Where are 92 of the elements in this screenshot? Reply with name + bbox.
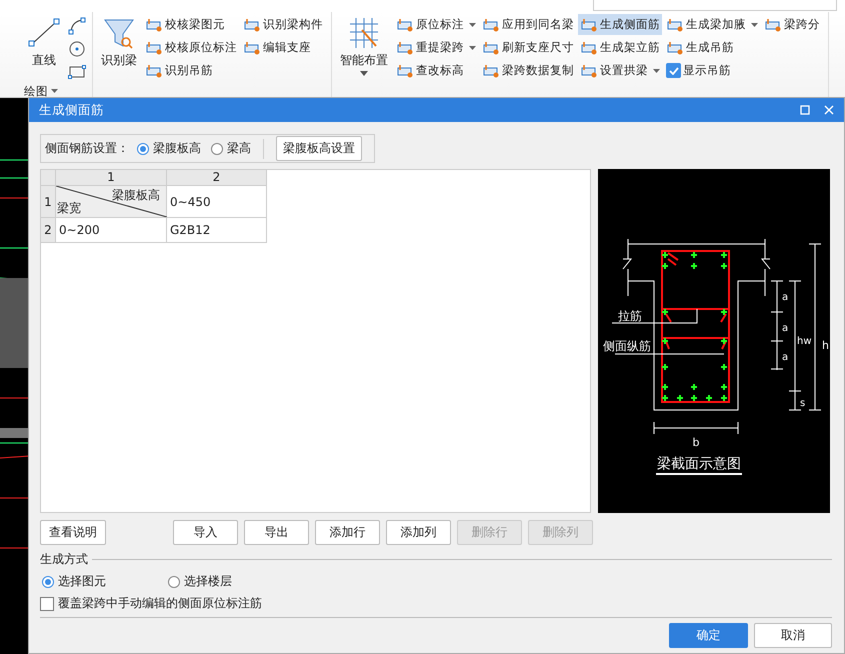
table-action-button[interactable]: 导入 (173, 520, 238, 545)
ribbon-button[interactable]: 校核原位标注 (143, 37, 239, 58)
table-action-button[interactable]: 添加行 (315, 520, 380, 545)
group-title: 生成方式 (40, 551, 88, 568)
dialog-title: 生成侧面筋 (39, 102, 105, 118)
beam-tool-icon (482, 40, 500, 56)
beam-tool-icon (580, 40, 598, 56)
column-header: 2 (167, 170, 267, 186)
caret-icon (653, 68, 660, 72)
dimension-label: a (782, 352, 788, 363)
ribbon-checkbox[interactable]: 显示吊筋 (664, 60, 760, 81)
arc-icon[interactable] (68, 16, 86, 34)
caret-icon (751, 22, 758, 26)
table-cell: 0~200 (56, 218, 167, 243)
caret-icon (469, 22, 476, 26)
caret-icon (469, 46, 476, 50)
ribbon-button[interactable]: 生成架立筋 (578, 37, 662, 58)
radio-label: 梁腹板高 (153, 140, 201, 157)
beam-tool-icon (243, 16, 261, 32)
view-help-button[interactable]: 查看说明 (40, 520, 106, 545)
checkbox[interactable] (666, 63, 681, 78)
table-cell: G2B12 (167, 218, 267, 243)
ribbon-button[interactable]: 重提梁跨 (394, 37, 478, 58)
radio-button[interactable] (42, 576, 54, 588)
checkbox[interactable] (40, 596, 54, 610)
ribbon-button[interactable]: 生成梁加腋 (664, 14, 760, 35)
radio-button[interactable] (168, 576, 180, 588)
dimension-label: h (822, 339, 829, 352)
column-header: 1 (56, 170, 167, 186)
setting-label: 侧面钢筋设置： (45, 140, 129, 157)
row-header: 1 (41, 186, 56, 218)
ribbon-button[interactable]: 生成侧面筋 (578, 14, 662, 35)
beam-tool-icon (396, 62, 414, 78)
checkbox-label: 覆盖梁跨中手动编辑的侧面原位标注筋 (58, 595, 262, 612)
ribbon-button[interactable]: 识别梁构件 (241, 14, 325, 35)
beam-tool-icon (396, 40, 414, 56)
diagram-label: 拉筋 (618, 309, 642, 323)
radio-label: 选择图元 (58, 573, 106, 590)
beam-tool-icon (396, 16, 414, 32)
caret-icon (360, 71, 368, 76)
header-label: 梁宽 (57, 200, 81, 217)
web-height-settings-button[interactable]: 梁腹板高设置 (276, 136, 362, 161)
row-header: 2 (41, 218, 56, 243)
table-cell: 0~450 (167, 186, 267, 218)
ribbon-button[interactable]: 梁跨分 (762, 14, 822, 35)
table-action-button[interactable]: 导出 (244, 520, 309, 545)
beam-tool-icon (482, 16, 500, 32)
dimension-label: a (782, 323, 788, 334)
caret-icon (51, 89, 58, 93)
ribbon-button[interactable]: 编辑支座 (241, 37, 325, 58)
diagram-caption: 梁截面示意图 (657, 456, 741, 472)
group-label[interactable]: 绘图 (24, 84, 58, 97)
dimension-label: s (800, 398, 806, 409)
maximize-icon[interactable] (800, 105, 810, 115)
dimension-label: b (692, 436, 700, 449)
ribbon-button[interactable]: 刷新支座尺寸 (480, 37, 576, 58)
ribbon-button[interactable]: 直线 (24, 14, 64, 85)
ribbon-button[interactable]: 生成吊筋 (664, 37, 760, 58)
beam-tool-icon (145, 62, 163, 78)
ribbon-button[interactable]: 校核梁图元 (143, 14, 239, 35)
header-label: 梁腹板高 (112, 187, 160, 204)
ok-button[interactable]: 确定 (669, 623, 748, 648)
diagram-label: 侧面纵筋 (603, 339, 651, 353)
radio-button[interactable] (211, 142, 223, 154)
radio-label: 选择楼层 (184, 573, 232, 590)
cancel-button[interactable]: 取消 (754, 623, 832, 648)
beam-tool-icon (482, 62, 500, 78)
beam-tool-icon (243, 40, 261, 56)
circle-icon[interactable] (68, 40, 86, 58)
beam-tool-icon (666, 40, 684, 56)
radio-button[interactable] (137, 142, 149, 154)
beam-tool-icon (764, 16, 782, 32)
close-icon[interactable] (824, 105, 834, 115)
table-action-button[interactable]: 添加列 (386, 520, 451, 545)
ribbon-button[interactable]: 梁跨数据复制 (480, 60, 576, 81)
beam-tool-icon (580, 62, 598, 78)
ribbon-button[interactable]: 识别梁 (99, 14, 139, 85)
ribbon-button[interactable]: 智能布置 (338, 14, 390, 85)
check-icon (668, 66, 678, 74)
ribbon-button[interactable]: 识别吊筋 (143, 60, 239, 81)
beam-tool-icon (145, 40, 163, 56)
rectangle-icon[interactable] (68, 62, 86, 80)
beam-tool-icon (145, 16, 163, 32)
radio-label: 梁高 (227, 140, 251, 157)
ribbon-button[interactable]: 原位标注 (394, 14, 478, 35)
beam-tool-icon (666, 16, 684, 32)
ribbon-button[interactable]: 查改标高 (394, 60, 478, 81)
beam-tool-icon (580, 16, 598, 32)
ribbon-button[interactable]: 应用到同名梁 (480, 14, 576, 35)
dimension-label: a (782, 292, 788, 303)
dimension-label: hw (797, 336, 812, 347)
ribbon-button[interactable]: 设置拱梁 (578, 60, 662, 81)
